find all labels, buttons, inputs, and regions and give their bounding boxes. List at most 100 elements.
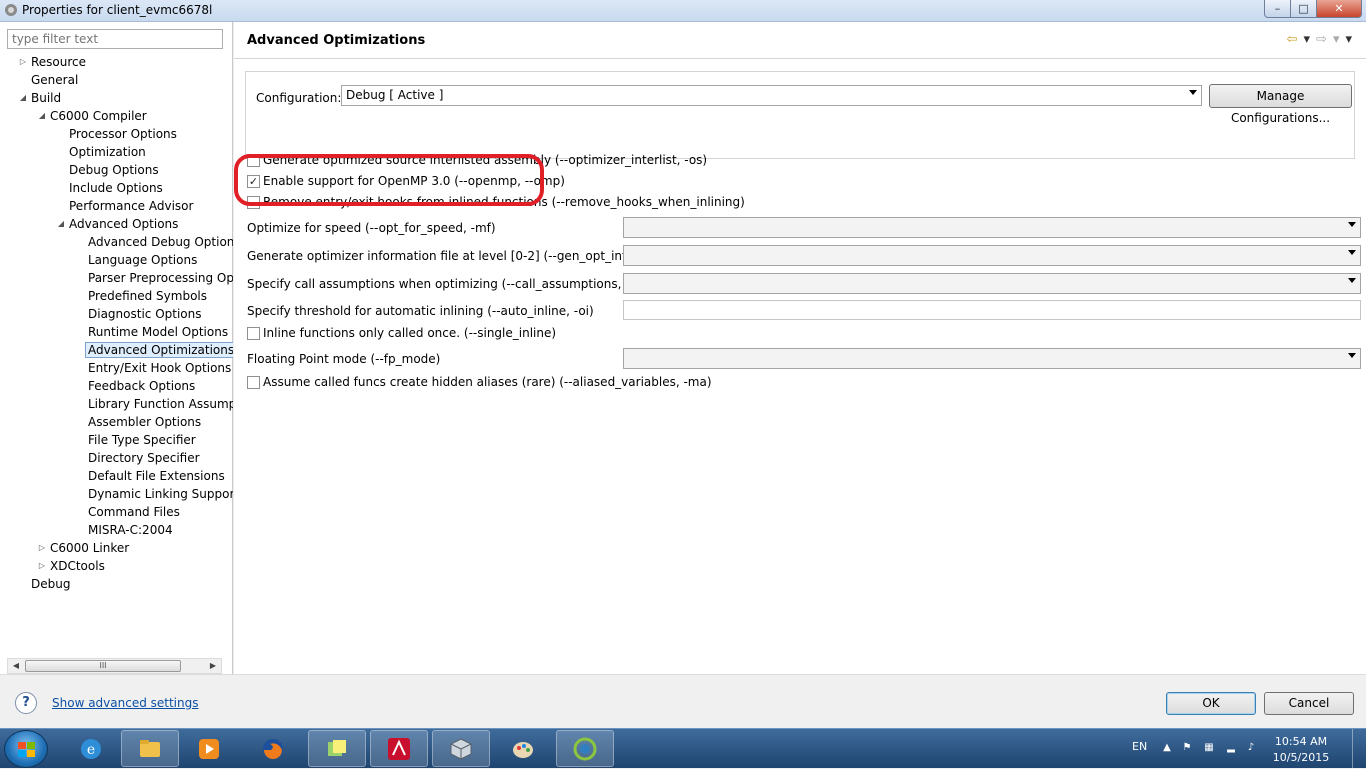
fp-mode-label: Floating Point mode (--fp_mode) [247, 352, 441, 366]
tree-item[interactable]: ▷ XDCtools [39, 557, 105, 575]
call-assumptions-select[interactable] [623, 273, 1361, 294]
system-tray: EN ▲ ⚑ ▦ ▂ ♪ 10:54 AM 10/5/2015 [1126, 729, 1366, 769]
tree-item[interactable]: Debug Options [69, 161, 159, 179]
start-button[interactable] [4, 730, 48, 768]
sticky-notes-taskbar-button[interactable] [308, 730, 366, 767]
opt-for-speed-select[interactable] [623, 217, 1361, 238]
tree-item-label: Advanced Debug Options [88, 235, 233, 249]
scroll-thumb[interactable]: III [25, 660, 181, 672]
configuration-group: Configuration: Debug [ Active ] Manage C… [245, 71, 1355, 159]
tree-item[interactable]: Language Options [88, 251, 197, 269]
dropdown-arrow-icon [1348, 278, 1356, 283]
aliased-variables-checkbox[interactable] [247, 376, 260, 389]
ok-button[interactable]: OK [1166, 692, 1256, 715]
signal-strength-icon[interactable]: ▂ [1224, 742, 1238, 756]
tree-item[interactable]: General [31, 71, 78, 89]
tree-item[interactable]: Runtime Model Options [88, 323, 228, 341]
windows-logo-icon [18, 742, 35, 757]
scroll-left-arrow-icon[interactable]: ◀ [8, 659, 24, 673]
tree-item[interactable]: Diagnostic Options [88, 305, 202, 323]
tree-item[interactable]: Performance Advisor [69, 197, 193, 215]
help-icon[interactable]: ? [15, 692, 37, 714]
forward-arrow-icon[interactable]: ⇨ [1316, 32, 1327, 47]
paint-taskbar-button[interactable] [494, 730, 552, 767]
tree-item[interactable]: ▷ C6000 Linker [39, 539, 130, 557]
tree-item-label: Advanced Options [69, 217, 179, 231]
tree-item-label: Parser Preprocessing Opti [88, 271, 233, 285]
opt-for-speed-label: Optimize for speed (--opt_for_speed, -mf… [247, 221, 496, 235]
volume-icon[interactable]: ♪ [1244, 742, 1258, 756]
back-menu-chevron-icon[interactable]: ▾ [1304, 32, 1311, 47]
tree-twisty-icon[interactable]: ▷ [37, 539, 47, 557]
forward-menu-chevron-icon[interactable]: ▾ [1333, 32, 1340, 47]
tree-item-label: C6000 Linker [50, 541, 130, 555]
tree-twisty-icon[interactable]: ▷ [18, 53, 28, 71]
back-arrow-icon[interactable]: ⇦ [1287, 32, 1298, 47]
tree-horizontal-scrollbar[interactable]: ◀ III ▶ [7, 658, 222, 674]
fp-mode-select[interactable] [623, 348, 1361, 369]
tree-item[interactable]: File Type Specifier [88, 431, 196, 449]
tree-item[interactable]: Include Options [69, 179, 163, 197]
tree-item[interactable]: Assembler Options [88, 413, 201, 431]
clock[interactable]: 10:54 AM 10/5/2015 [1266, 734, 1336, 766]
internet-explorer-taskbar-button[interactable]: e [62, 730, 120, 767]
close-button[interactable]: ✕ [1317, 0, 1362, 18]
show-hidden-icons-icon[interactable]: ▲ [1160, 742, 1174, 756]
firefox-icon [263, 738, 283, 759]
tree-item[interactable]: Predefined Symbols [88, 287, 207, 305]
interlist-label: Generate optimized source interlisted as… [263, 153, 708, 167]
scroll-right-arrow-icon[interactable]: ▶ [205, 659, 221, 673]
tree-twisty-icon[interactable]: ◢ [18, 89, 28, 107]
tree-item[interactable]: Dynamic Linking Support [88, 485, 233, 503]
action-center-flag-icon[interactable]: ⚑ [1180, 742, 1194, 756]
show-desktop-button[interactable] [1352, 729, 1366, 769]
firefox-taskbar-button[interactable] [244, 730, 302, 767]
minimize-button[interactable]: – [1264, 0, 1291, 18]
single-inline-checkbox[interactable] [247, 327, 260, 340]
interlist-checkbox[interactable] [247, 154, 260, 167]
view-menu-chevron-icon[interactable]: ▾ [1345, 32, 1352, 47]
tree-item[interactable]: Feedback Options [88, 377, 195, 395]
tree-item[interactable]: Debug [31, 575, 70, 593]
tree-item[interactable]: Advanced Debug Options [88, 233, 233, 251]
media-player-taskbar-button[interactable] [180, 730, 238, 767]
tree-item[interactable]: Directory Specifier [88, 449, 200, 467]
tree-item[interactable]: MISRA-C:2004 [88, 521, 173, 539]
show-advanced-settings-link[interactable]: Show advanced settings [52, 696, 199, 710]
cancel-button[interactable]: Cancel [1264, 692, 1354, 715]
tree-twisty-icon[interactable]: ▷ [37, 557, 47, 575]
tree-item[interactable]: Default File Extensions [88, 467, 225, 485]
tree-item[interactable]: Parser Preprocessing Opti [88, 269, 233, 287]
page-navigation: ⇦ ▾ ⇨ ▾ ▾ [1287, 32, 1352, 47]
code-composer-studio-taskbar-button[interactable] [556, 730, 614, 767]
tree-item[interactable]: Advanced Optimizations [85, 341, 233, 359]
tree-item[interactable]: ▷ Resource [20, 53, 86, 71]
adobe-reader-taskbar-button[interactable] [370, 730, 428, 767]
tree-item-label: Build [31, 91, 62, 105]
auto-inline-input[interactable] [623, 300, 1361, 320]
tree-item[interactable]: Optimization [69, 143, 146, 161]
gen-opt-info-select[interactable] [623, 245, 1361, 266]
tree-twisty-icon[interactable]: ◢ [37, 107, 47, 125]
network-icon[interactable]: ▦ [1202, 742, 1216, 756]
manage-configurations-button[interactable]: Manage Configurations... [1209, 84, 1352, 125]
tree-item[interactable]: Entry/Exit Hook Options [88, 359, 231, 377]
file-explorer-taskbar-button[interactable] [121, 730, 179, 767]
filter-input[interactable] [7, 29, 223, 49]
tree-item[interactable]: Library Function Assumpt [88, 395, 233, 413]
tree-item[interactable]: ◢ Advanced Options [58, 215, 179, 233]
openmp-checkbox[interactable]: ✓ [247, 175, 260, 188]
remove-hooks-checkbox[interactable] [247, 196, 260, 209]
maximize-button[interactable]: □ [1291, 0, 1317, 18]
tree-item[interactable]: Processor Options [69, 125, 177, 143]
virtualbox-taskbar-button[interactable] [432, 730, 490, 767]
tree-twisty-icon[interactable]: ◢ [56, 215, 66, 233]
windows-taskbar: e EN ▲ ⚑ ▦ ▂ ♪ 10:54 AM 10/5/2015 [0, 728, 1366, 769]
language-indicator[interactable]: EN [1132, 740, 1147, 753]
tree-item[interactable]: Command Files [88, 503, 180, 521]
window-title-bar[interactable]: Properties for client_evmc6678l – □ ✕ [0, 0, 1366, 22]
tree-item[interactable]: ◢ Build [20, 89, 62, 107]
configuration-select[interactable]: Debug [ Active ] [341, 85, 1202, 106]
tree-item-label: Debug [31, 577, 71, 591]
tree-item[interactable]: ◢ C6000 Compiler [39, 107, 147, 125]
